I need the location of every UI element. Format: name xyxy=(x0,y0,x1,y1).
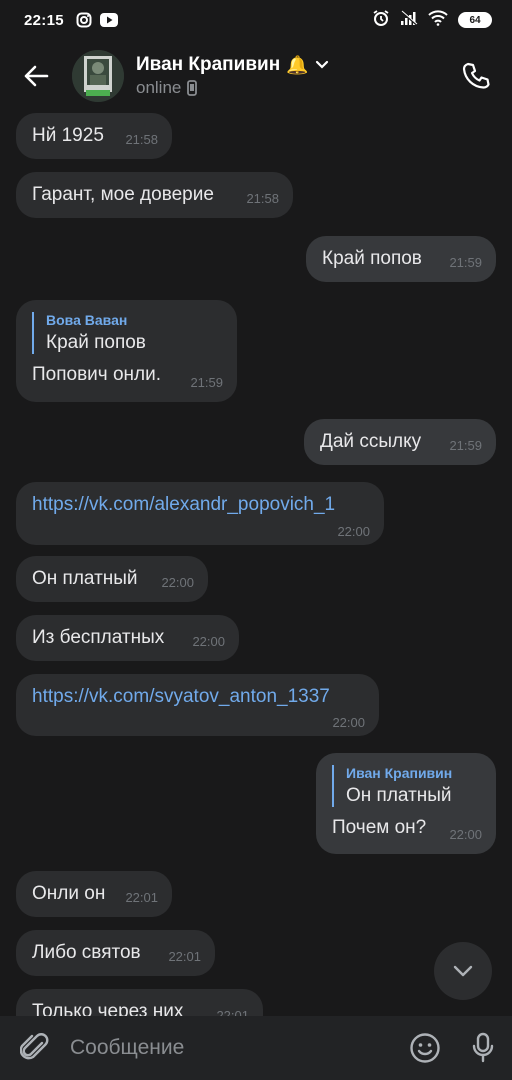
microphone-icon xyxy=(472,1032,494,1063)
arrow-left-icon xyxy=(24,65,49,87)
message-time: 22:01 xyxy=(168,949,201,964)
reply-quote[interactable]: Вова Ваван Край попов xyxy=(32,312,221,354)
message-bubble-incoming[interactable]: Из бесплатных 22:00 xyxy=(16,615,239,661)
message-time: 22:00 xyxy=(332,715,365,730)
message-text: Край попов xyxy=(322,248,422,269)
bell-icon: 🔔 xyxy=(286,54,309,75)
message-link[interactable]: https://vk.com/svyatov_anton_1337 xyxy=(32,674,330,720)
battery-indicator: 64 xyxy=(458,12,492,28)
message-time: 22:01 xyxy=(125,890,158,905)
message-list[interactable]: Нй 1925 21:58 Гарант, мое доверие 21:58 … xyxy=(0,112,512,1016)
chat-header: Иван Крапивин 🔔 online xyxy=(0,40,512,112)
message-text: Дай ссылку xyxy=(320,431,422,452)
message-time: 22:00 xyxy=(192,634,225,649)
message-bubble-incoming[interactable]: Гарант, мое доверие 21:58 xyxy=(16,172,293,218)
message-time: 22:00 xyxy=(161,575,194,590)
message-bubble-incoming[interactable]: Он платный 22:00 xyxy=(16,556,208,602)
back-button[interactable] xyxy=(0,40,72,112)
message-text: Гарант, мое доверие xyxy=(32,184,214,205)
wifi-icon xyxy=(428,10,448,30)
message-bubble-incoming[interactable]: Либо святов 22:01 xyxy=(16,930,215,976)
message-input[interactable] xyxy=(70,1028,396,1068)
message-text: Нй 1925 xyxy=(32,125,104,146)
alarm-icon xyxy=(372,9,390,31)
reply-author: Иван Крапивин xyxy=(346,765,453,781)
message-bubble-incoming[interactable]: Нй 1925 21:58 xyxy=(16,113,172,159)
paperclip-icon xyxy=(20,1033,49,1060)
scroll-to-bottom-button[interactable] xyxy=(434,942,492,1000)
signal-off-icon xyxy=(400,10,418,30)
emoji-button[interactable] xyxy=(396,1032,454,1064)
message-time: 21:59 xyxy=(190,375,223,390)
contact-name-row[interactable]: Иван Крапивин 🔔 xyxy=(136,54,329,76)
contact-title[interactable]: Иван Крапивин 🔔 online xyxy=(136,54,329,98)
message-bubble-incoming[interactable]: Онли он 22:01 xyxy=(16,871,172,917)
message-time: 21:58 xyxy=(125,132,158,147)
message-composer xyxy=(0,1016,512,1080)
message-bubble-outgoing-reply[interactable]: Иван Крапивин Он платный Почем он? 22:00 xyxy=(316,753,496,854)
youtube-icon xyxy=(99,13,118,27)
chevron-down-icon xyxy=(453,965,473,977)
message-bubble-incoming[interactable]: Только через них 22:01 xyxy=(16,989,263,1016)
status-bar: 22:15 64 xyxy=(0,0,512,40)
message-bubble-incoming-link[interactable]: https://vk.com/alexandr_popovich_1 22:00 xyxy=(16,482,384,545)
chevron-down-icon xyxy=(315,60,328,69)
call-button[interactable] xyxy=(454,54,498,98)
message-bubble-incoming-link[interactable]: https://vk.com/svyatov_anton_1337 22:00 xyxy=(16,674,379,736)
message-text: Онли он xyxy=(32,883,106,904)
message-time: 21:59 xyxy=(449,438,482,453)
message-time: 21:59 xyxy=(449,255,482,270)
message-time: 22:01 xyxy=(216,1008,249,1016)
attach-button[interactable] xyxy=(0,1031,70,1065)
reply-author: Вова Ваван xyxy=(46,312,128,328)
message-bubble-incoming-reply[interactable]: Вова Ваван Край попов Попович онли. 21:5… xyxy=(16,300,237,402)
reply-quote[interactable]: Иван Крапивин Он платный xyxy=(332,765,480,807)
online-status: online xyxy=(136,78,329,98)
avatar[interactable] xyxy=(72,50,124,102)
status-text: online xyxy=(136,78,182,97)
message-text: Либо святов xyxy=(32,942,141,963)
phone-icon xyxy=(462,62,490,89)
mobile-icon xyxy=(187,80,198,96)
message-text: Он платный xyxy=(32,568,138,589)
reply-text: Он платный xyxy=(346,785,452,806)
message-bubble-outgoing[interactable]: Край попов 21:59 xyxy=(306,236,496,282)
clock: 22:15 xyxy=(24,11,64,29)
message-link[interactable]: https://vk.com/alexandr_popovich_1 xyxy=(32,482,335,528)
message-time: 22:00 xyxy=(449,827,482,842)
smile-icon xyxy=(410,1033,440,1063)
message-text: Только через них xyxy=(32,1001,184,1016)
contact-name: Иван Крапивин xyxy=(136,54,281,75)
message-bubble-outgoing[interactable]: Дай ссылку 21:59 xyxy=(304,419,496,465)
voice-message-button[interactable] xyxy=(454,1032,512,1064)
message-time: 21:58 xyxy=(246,191,279,206)
reply-text: Край попов xyxy=(46,332,146,353)
message-time: 22:00 xyxy=(337,524,370,539)
message-text: Из бесплатных xyxy=(32,627,165,648)
instagram-icon xyxy=(76,12,92,28)
